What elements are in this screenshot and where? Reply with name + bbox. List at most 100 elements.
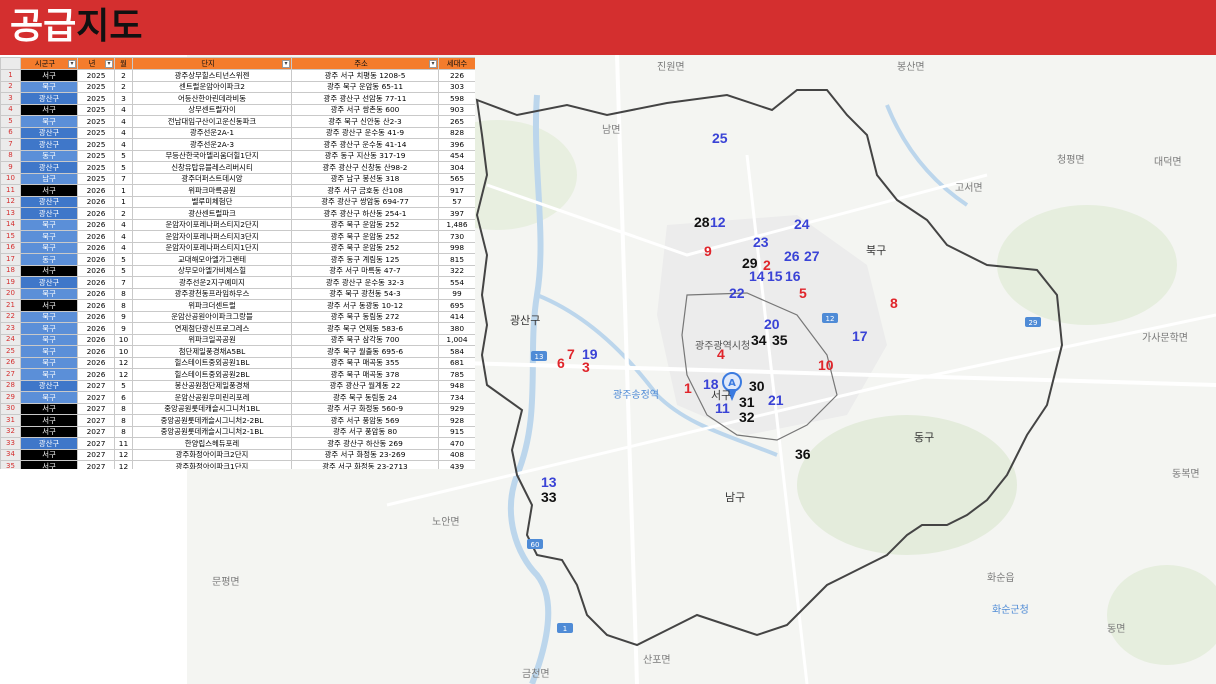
table-cell-name[interactable]: 연제첨단광신프로그레스	[132, 322, 292, 335]
table-cell-addr[interactable]: 광주 광산구 하산동 269	[291, 437, 439, 450]
table-row[interactable]: 11 서구 2026 1 위파크마륵공원 광주 서구 금호동 산108 917	[0, 184, 475, 197]
table-cell-month[interactable]: 5	[114, 264, 133, 277]
table-cell-units[interactable]: 396	[438, 138, 475, 151]
table-cell-units[interactable]: 57	[438, 195, 475, 208]
table-cell-units[interactable]: 730	[438, 230, 475, 243]
table-cell-idx[interactable]: 35	[0, 460, 21, 469]
table-row[interactable]: 21 서구 2026 8 위파크더센트럴 광주 서구 동광동 10-12 695	[0, 299, 475, 312]
table-cell-idx[interactable]: 29	[0, 391, 21, 404]
table-cell-addr[interactable]: 광주 광산구 월계동 22	[291, 379, 439, 392]
table-cell-units[interactable]: 265	[438, 115, 475, 128]
table-cell-units[interactable]: 903	[438, 103, 475, 116]
table-cell-year[interactable]: 2025	[77, 115, 115, 128]
table-cell-units[interactable]: 1,486	[438, 218, 475, 231]
table-cell-units[interactable]: 584	[438, 345, 475, 358]
table-row[interactable]: 30 서구 2027 8 중앙공원롯데캐슬시그니처1BL 광주 서구 화정동 560-9 9…	[0, 402, 475, 415]
table-cell-idx[interactable]: 15	[0, 230, 21, 243]
table-cell-year[interactable]: 2025	[77, 161, 115, 174]
table-cell-year[interactable]: 2026	[77, 276, 115, 289]
table-cell-idx[interactable]: 5	[0, 115, 21, 128]
table-cell-month[interactable]: 8	[114, 414, 133, 427]
table-cell-idx[interactable]: 9	[0, 161, 21, 174]
table-cell-year[interactable]: 2026	[77, 322, 115, 335]
marker-33[interactable]: 33	[541, 490, 557, 504]
table-cell-idx[interactable]: 25	[0, 345, 21, 358]
table-cell-gu[interactable]: 북구	[20, 115, 78, 128]
table-cell-idx[interactable]: 2	[0, 80, 21, 93]
table-cell-name[interactable]: 광주선운2A-3	[132, 138, 292, 151]
table-cell-addr[interactable]: 광주 광산구 선암동 77-11	[291, 92, 439, 105]
table-cell-name[interactable]: 운암산공원우미린리포레	[132, 391, 292, 404]
table-cell-units[interactable]: 915	[438, 425, 475, 438]
table-cell-addr[interactable]: 광주 서구 금호동 산108	[291, 184, 439, 197]
marker-24[interactable]: 24	[794, 217, 810, 231]
table-cell-units[interactable]: 304	[438, 161, 475, 174]
marker-32[interactable]: 32	[739, 410, 755, 424]
table-cell-gu[interactable]: 광산구	[20, 138, 78, 151]
marker-7[interactable]: 7	[567, 347, 575, 361]
table-cell-idx[interactable]: 34	[0, 448, 21, 461]
table-cell-gu[interactable]: 광산구	[20, 437, 78, 450]
table-cell-gu[interactable]: 광산구	[20, 126, 78, 139]
table-cell-idx[interactable]: 21	[0, 299, 21, 312]
table-cell-addr[interactable]: 광주 광산구 신창동 산98-2	[291, 161, 439, 174]
table-row[interactable]: 34 서구 2027 12 광주화정아이파크2단지 광주 서구 화정동 23-269 408	[0, 448, 475, 461]
table-cell-year[interactable]: 2026	[77, 356, 115, 369]
table-cell-addr[interactable]: 광주 북구 운암동 252	[291, 230, 439, 243]
table-cell-idx[interactable]: 26	[0, 356, 21, 369]
table-cell-name[interactable]: 센트럴운암아이파크2	[132, 80, 292, 93]
marker-11[interactable]: 11	[715, 401, 730, 415]
table-cell-year[interactable]: 2026	[77, 310, 115, 323]
table-cell-name[interactable]: 광주광천동프라임하우스	[132, 287, 292, 300]
table-cell-year[interactable]: 2026	[77, 368, 115, 381]
header-addr[interactable]: 주소 ▾	[291, 57, 439, 70]
marker-35[interactable]: 35	[772, 333, 788, 347]
marker-30[interactable]: 30	[749, 379, 765, 393]
table-cell-units[interactable]: 565	[438, 172, 475, 185]
table-cell-gu[interactable]: 북구	[20, 310, 78, 323]
header-name[interactable]: 단지 ▾	[132, 57, 292, 70]
table-cell-name[interactable]: 힐스테이트중외공원2BL	[132, 368, 292, 381]
table-cell-month[interactable]: 9	[114, 310, 133, 323]
marker-17[interactable]: 17	[852, 329, 868, 343]
header-units[interactable]: 세대수	[438, 57, 475, 70]
table-cell-gu[interactable]: 북구	[20, 287, 78, 300]
table-cell-name[interactable]: 어등산한아린데라비동	[132, 92, 292, 105]
table-cell-units[interactable]: 998	[438, 241, 475, 254]
table-cell-units[interactable]: 99	[438, 287, 475, 300]
table-row[interactable]: 32 서구 2027 8 중앙공원롯데캐슬시그니처2-1BL 광주 서구 풍암동 80 91…	[0, 425, 475, 438]
table-cell-year[interactable]: 2025	[77, 126, 115, 139]
table-cell-units[interactable]: 785	[438, 368, 475, 381]
table-row[interactable]: 35 서구 2027 12 광주화정아이파크1단지 광주 서구 화정동 23-2713 43…	[0, 460, 475, 469]
table-row[interactable]: 7 광산구 2025 4 광주선운2A-3 광주 광산구 운수동 41-14 396	[0, 138, 475, 151]
table-cell-name[interactable]: 상무모아엘가비체스힐	[132, 264, 292, 277]
table-cell-addr[interactable]: 광주 북구 광천동 54-3	[291, 287, 439, 300]
table-cell-month[interactable]: 8	[114, 287, 133, 300]
table-cell-name[interactable]: 중앙공원롯데캐슬시그니처2-1BL	[132, 425, 292, 438]
table-cell-month[interactable]: 12	[114, 460, 133, 469]
table-cell-year[interactable]: 2025	[77, 138, 115, 151]
table-cell-gu[interactable]: 북구	[20, 241, 78, 254]
table-cell-month[interactable]: 2	[114, 69, 133, 82]
table-cell-gu[interactable]: 서구	[20, 103, 78, 116]
table-row[interactable]: 14 북구 2026 4 운암자이포레나퍼스티지2단지 광주 북구 운암동 252 1,48…	[0, 218, 475, 231]
table-cell-addr[interactable]: 광주 북구 매곡동 355	[291, 356, 439, 369]
marker-6[interactable]: 6	[557, 356, 565, 370]
table-cell-units[interactable]: 226	[438, 69, 475, 82]
table-cell-gu[interactable]: 북구	[20, 333, 78, 346]
table-cell-year[interactable]: 2026	[77, 207, 115, 220]
table-cell-name[interactable]: 광산센트럴파크	[132, 207, 292, 220]
marker-12[interactable]: 12	[710, 215, 726, 229]
table-cell-year[interactable]: 2026	[77, 333, 115, 346]
table-cell-gu[interactable]: 남구	[20, 172, 78, 185]
table-cell-month[interactable]: 6	[114, 391, 133, 404]
table-cell-idx[interactable]: 22	[0, 310, 21, 323]
table-cell-year[interactable]: 2026	[77, 299, 115, 312]
table-cell-name[interactable]: 한양립스헤듀포레	[132, 437, 292, 450]
table-cell-units[interactable]: 322	[438, 264, 475, 277]
table-cell-name[interactable]: 전남대임구산이고운신동파크	[132, 115, 292, 128]
table-row[interactable]: 9 광산구 2025 5 신창유탑유블레스리버시티 광주 광산구 신창동 산98-2 304	[0, 161, 475, 174]
filter-dropdown-icon[interactable]: ▾	[429, 60, 437, 68]
marker-21[interactable]: 21	[768, 393, 784, 407]
table-cell-idx[interactable]: 7	[0, 138, 21, 151]
